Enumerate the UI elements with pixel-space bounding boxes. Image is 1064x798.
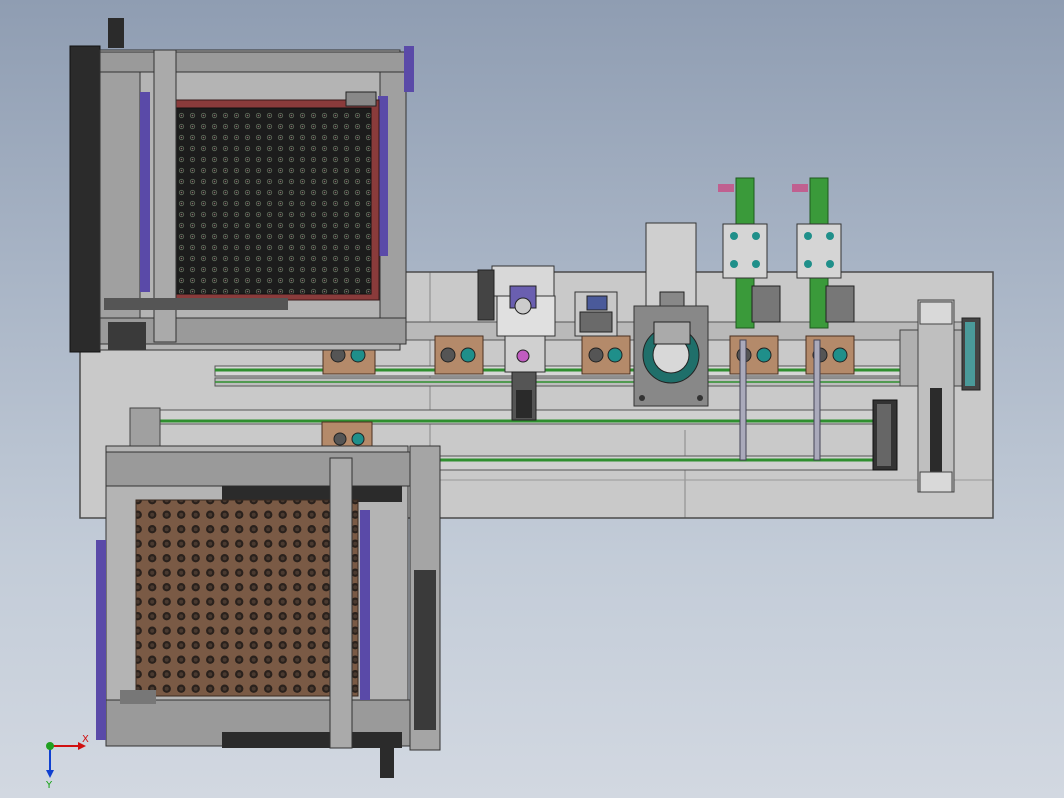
tray-feeder-upper [69,18,414,353]
fixture-block [805,335,855,375]
cad-assembly-view: X Y [45,18,994,791]
right-end-slide [917,299,955,493]
coordinate-triad: X Y [45,734,89,791]
y-axis-label: Y [45,780,53,791]
rotary-index-station [633,222,709,407]
fixture-block [434,335,484,375]
tray-feeder-lower [96,445,441,778]
fixture-block [581,335,631,375]
fixture-block [729,335,779,375]
gripper-station [574,291,618,337]
z-axis-dot [46,742,54,750]
x-axis-label: X [82,734,89,745]
